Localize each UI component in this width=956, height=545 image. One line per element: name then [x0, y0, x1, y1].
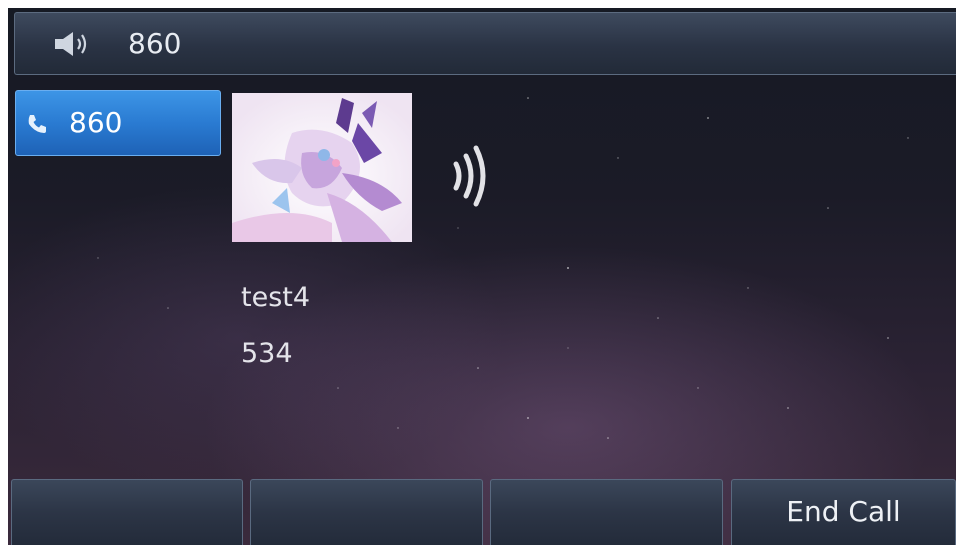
- end-call-button[interactable]: End Call: [731, 479, 956, 545]
- phone-screen: 860 860 test4 534 End Call: [8, 8, 956, 545]
- contact-name: test4: [241, 282, 311, 313]
- call-status-bar: 860: [14, 12, 956, 75]
- phone-icon: [28, 115, 46, 133]
- line-key-label: 860: [69, 106, 123, 139]
- softkey-1[interactable]: [11, 479, 243, 545]
- contact-number: 534: [241, 338, 293, 369]
- softkey-3[interactable]: [490, 479, 723, 545]
- softkey-bar: End Call: [8, 479, 956, 545]
- speaker-icon: [55, 32, 87, 56]
- line-key-860[interactable]: 860: [15, 90, 221, 156]
- contact-avatar: [232, 93, 412, 242]
- softkey-2[interactable]: [250, 479, 483, 545]
- ringing-icon: [453, 145, 486, 207]
- starfield-background: [97, 97, 909, 439]
- topbar-number: 860: [128, 27, 182, 60]
